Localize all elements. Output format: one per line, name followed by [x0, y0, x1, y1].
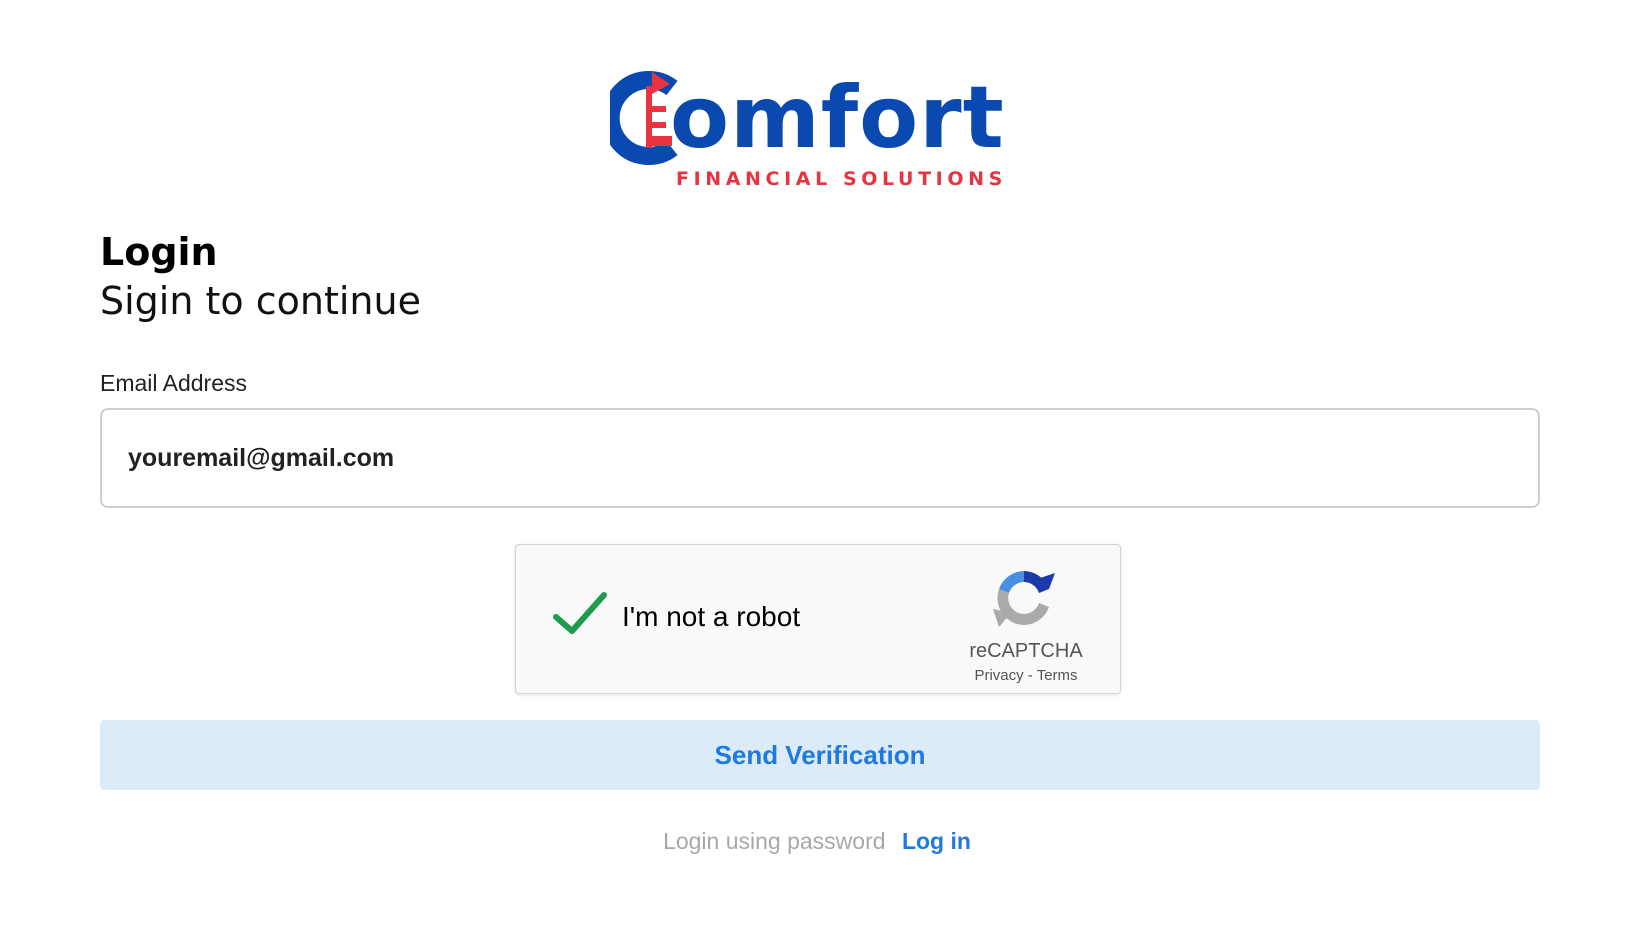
- send-verification-button[interactable]: Send Verification: [100, 720, 1540, 790]
- login-page: omfort FINANCIAL SOLUTIONS Login Sigin t…: [0, 0, 1634, 942]
- checkmark-icon[interactable]: [550, 589, 610, 639]
- recaptcha-brand: reCAPTCHA: [969, 640, 1083, 662]
- recaptcha-icon: [993, 571, 1055, 627]
- password-login-row: Login using password Log in: [0, 828, 1634, 855]
- page-subtitle: Sigin to continue: [100, 279, 421, 323]
- terms-link[interactable]: Terms: [1037, 667, 1078, 684]
- privacy-link[interactable]: Privacy: [974, 667, 1023, 684]
- log-in-link[interactable]: Log in: [902, 828, 971, 854]
- link-separator: -: [1027, 667, 1033, 684]
- password-login-text: Login using password: [663, 828, 886, 854]
- brand-logo: omfort FINANCIAL SOLUTIONS: [610, 60, 1030, 195]
- brand-tagline: FINANCIAL SOLUTIONS: [676, 168, 1007, 190]
- email-field[interactable]: [100, 408, 1540, 508]
- page-title: Login: [100, 230, 218, 274]
- brand-name: omfort: [670, 68, 1005, 168]
- page-heading: Login Sigin to continue: [100, 228, 421, 326]
- recaptcha-links: Privacy - Terms: [946, 667, 1106, 684]
- recaptcha-label: I'm not a robot: [622, 601, 801, 632]
- email-label: Email Address: [100, 370, 248, 396]
- recaptcha-widget: I'm not a robot reCAPTCHA Privacy - Term…: [515, 544, 1121, 694]
